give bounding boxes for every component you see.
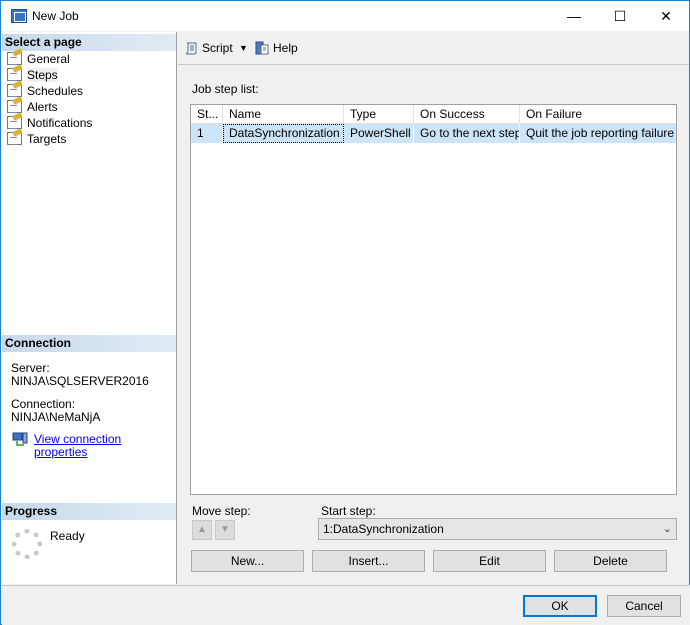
ok-button[interactable]: OK bbox=[523, 595, 597, 617]
column-name[interactable]: Name bbox=[223, 105, 344, 124]
progress-header: Progress bbox=[2, 503, 176, 520]
insert-step-button[interactable]: Insert... bbox=[312, 550, 425, 572]
cell-type: PowerShell bbox=[344, 124, 414, 143]
job-icon bbox=[11, 9, 27, 23]
connection-properties-icon bbox=[12, 432, 28, 446]
job-step-list-label: Job step list: bbox=[192, 82, 259, 96]
progress-spinner-icon bbox=[12, 529, 42, 559]
script-icon bbox=[185, 42, 197, 55]
new-step-button[interactable]: New... bbox=[191, 550, 304, 572]
view-connection-properties-link[interactable]: View connection properties bbox=[34, 433, 176, 459]
page-icon bbox=[7, 116, 22, 129]
toolbar: Script ▼ Help bbox=[178, 32, 689, 65]
script-dropdown-arrow[interactable]: ▼ bbox=[239, 43, 248, 53]
chevron-down-icon: ⌄ bbox=[662, 523, 672, 535]
job-step-grid[interactable]: St... Name Type On Success On Failure 1 … bbox=[190, 104, 677, 495]
connection-value: NINJA\NeMaNjA bbox=[11, 410, 101, 424]
cell-name: DataSynchronization bbox=[223, 124, 344, 143]
nav-item-general[interactable]: General bbox=[5, 51, 70, 67]
title-bar: New Job — ☐ ✕ bbox=[1, 1, 689, 31]
dialog-footer: OK Cancel bbox=[2, 585, 690, 625]
column-step[interactable]: St... bbox=[191, 105, 223, 124]
cancel-button[interactable]: Cancel bbox=[607, 595, 681, 617]
cell-on-failure: Quit the job reporting failure bbox=[526, 126, 675, 140]
server-value: NINJA\SQLSERVER2016 bbox=[11, 374, 149, 388]
start-step-value: 1:DataSynchronization bbox=[323, 522, 444, 536]
page-icon bbox=[7, 84, 22, 97]
table-row[interactable]: 1 DataSynchronization PowerShell Go to t… bbox=[191, 124, 676, 143]
main-panel: Script ▼ Help Job step list: St... Name … bbox=[178, 32, 689, 584]
nav-item-alerts[interactable]: Alerts bbox=[5, 99, 58, 115]
minimize-button[interactable]: — bbox=[551, 1, 597, 31]
page-icon bbox=[7, 132, 22, 145]
nav-item-steps[interactable]: Steps bbox=[5, 67, 58, 83]
new-job-window: New Job — ☐ ✕ Select a page General Step… bbox=[0, 0, 690, 625]
cell-on-success: Go to the next step bbox=[414, 124, 520, 143]
maximize-button[interactable]: ☐ bbox=[597, 1, 643, 31]
select-page-header: Select a page bbox=[2, 34, 176, 51]
page-icon bbox=[7, 100, 22, 113]
move-step-up-button[interactable]: ▲ bbox=[192, 520, 212, 540]
grid-header: St... Name Type On Success On Failure bbox=[191, 105, 676, 124]
column-on-failure[interactable]: On Failure bbox=[520, 105, 676, 124]
nav-item-targets[interactable]: Targets bbox=[5, 131, 66, 147]
script-button[interactable]: Script bbox=[184, 41, 233, 55]
progress-status: Ready bbox=[50, 529, 85, 543]
column-on-success[interactable]: On Success bbox=[414, 105, 520, 124]
help-icon bbox=[255, 41, 269, 55]
close-button[interactable]: ✕ bbox=[643, 1, 689, 31]
start-step-select[interactable]: 1:DataSynchronization ⌄ bbox=[318, 518, 677, 540]
page-icon bbox=[7, 52, 22, 65]
nav-item-schedules[interactable]: Schedules bbox=[5, 83, 83, 99]
move-step-label: Move step: bbox=[192, 504, 251, 518]
delete-step-button[interactable]: Delete bbox=[554, 550, 667, 572]
start-step-label: Start step: bbox=[321, 504, 376, 518]
column-type[interactable]: Type bbox=[344, 105, 414, 124]
window-title: New Job bbox=[32, 9, 79, 23]
connection-header: Connection bbox=[2, 335, 176, 352]
move-step-down-button[interactable]: ▼ bbox=[215, 520, 235, 540]
left-panel: Select a page General Steps Schedules Al… bbox=[2, 32, 177, 584]
help-button[interactable]: Help bbox=[255, 41, 298, 55]
edit-step-button[interactable]: Edit bbox=[433, 550, 546, 572]
cell-step: 1 bbox=[191, 124, 223, 143]
page-icon bbox=[7, 68, 22, 81]
